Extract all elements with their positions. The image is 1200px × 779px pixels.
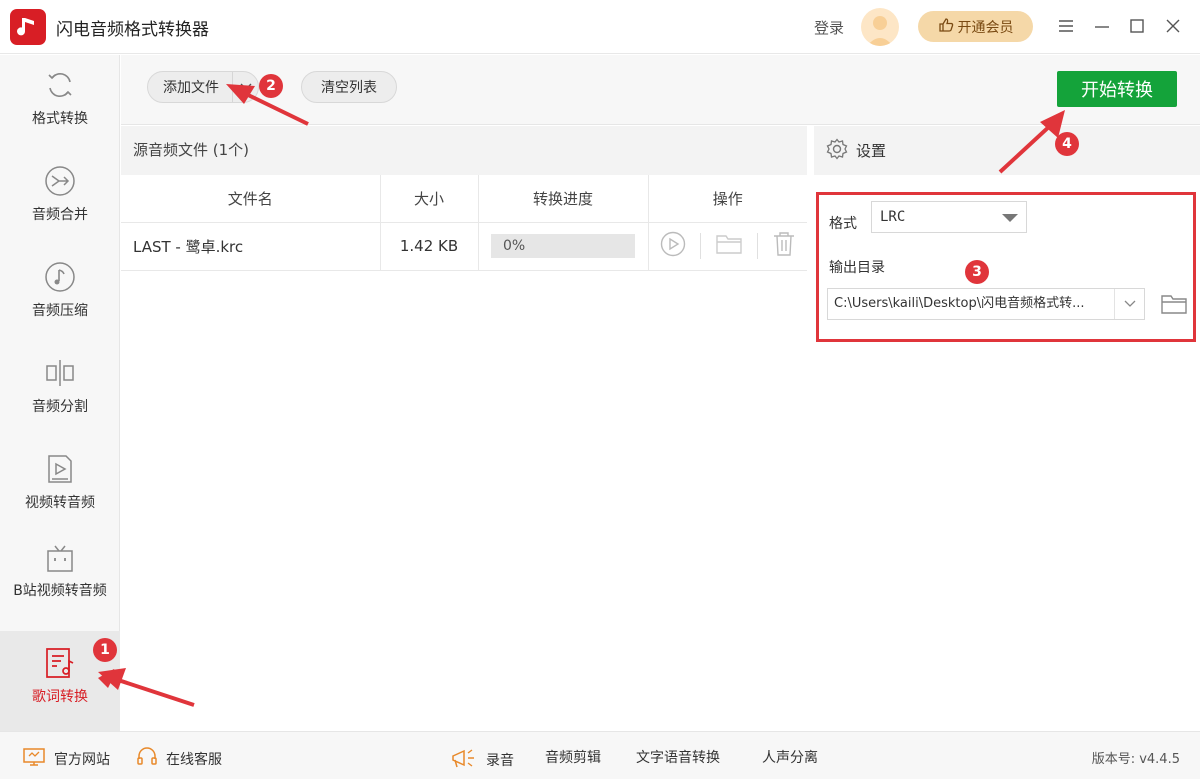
column-header: 操作 bbox=[648, 175, 807, 223]
play-icon[interactable] bbox=[660, 231, 686, 261]
sidebar-item-label: 视频转音频 bbox=[25, 495, 95, 511]
sidebar-item-format-convert[interactable]: 格式转换 bbox=[0, 55, 120, 151]
vocal-separation-link[interactable]: 人声分离 bbox=[762, 747, 818, 767]
column-header: 文件名 bbox=[121, 175, 381, 223]
settings-highlight-box: 格式 LRC 输出目录 C:\Users\kaili\Desktop\闪电音频格… bbox=[816, 192, 1196, 342]
file-size: 1.42 KB bbox=[380, 222, 479, 271]
tts-link[interactable]: 文字语音转换 bbox=[636, 747, 720, 767]
title-bar: 闪电音频格式转换器 登录 开通会员 bbox=[0, 0, 1200, 54]
folder-icon[interactable] bbox=[715, 232, 743, 260]
file-name: LAST - 鹭卓.krc bbox=[121, 222, 381, 271]
sidebar-item-bilibili-to-audio[interactable]: B站视频转音频 bbox=[0, 535, 120, 631]
vocal-separation-label: 人声分离 bbox=[762, 750, 818, 766]
table-header-row: 文件名 大小 转换进度 操作 bbox=[121, 175, 807, 223]
refresh-icon bbox=[42, 67, 78, 103]
support-label: 在线客服 bbox=[166, 752, 222, 768]
split-icon bbox=[42, 355, 78, 391]
megaphone-icon bbox=[450, 747, 478, 773]
output-dir-label: 输出目录 bbox=[829, 260, 885, 276]
record-link[interactable]: 录音 bbox=[450, 747, 514, 773]
sidebar-item-label: 音频压缩 bbox=[32, 303, 88, 319]
sidebar-item-label: 歌词转换 bbox=[32, 689, 88, 705]
login-link[interactable]: 登录 bbox=[814, 17, 844, 38]
toolbar: 添加文件 清空列表 开始转换 bbox=[121, 55, 1200, 125]
column-header: 转换进度 bbox=[478, 175, 649, 223]
settings-panel: 设置 格式 LRC 输出目录 C:\Users\kaili\Desktop\闪电… bbox=[814, 126, 1200, 731]
support-link[interactable]: 在线客服 bbox=[136, 747, 222, 771]
sidebar: 格式转换 音频合并 音频压缩 音频分割 视频转音频 B站视频转音频 歌词转换 bbox=[0, 55, 120, 731]
settings-header: 设置 bbox=[814, 126, 1200, 175]
format-value: LRC bbox=[880, 209, 906, 225]
table-row[interactable]: LAST - 鹭卓.krc 1.42 KB 0% bbox=[121, 222, 807, 271]
add-file-label: 添加文件 bbox=[163, 80, 219, 96]
version-text: 版本号: v4.4.5 bbox=[1091, 752, 1180, 767]
app-logo-icon bbox=[10, 9, 46, 45]
sidebar-item-label: 音频合并 bbox=[32, 207, 88, 223]
chevron-down-icon[interactable] bbox=[1114, 289, 1144, 319]
sidebar-item-audio-split[interactable]: 音频分割 bbox=[0, 343, 120, 439]
sidebar-item-video-to-audio[interactable]: 视频转音频 bbox=[0, 439, 120, 535]
progress-cell: 0% bbox=[478, 222, 649, 271]
step-badge-1: 1 bbox=[93, 638, 117, 662]
sidebar-item-audio-merge[interactable]: 音频合并 bbox=[0, 151, 120, 247]
monitor-icon bbox=[22, 747, 46, 771]
format-label: 格式 bbox=[829, 216, 857, 232]
browse-folder-icon[interactable] bbox=[1159, 290, 1189, 318]
step-badge-2: 2 bbox=[259, 74, 283, 98]
file-list-header: 源音频文件 (1个) bbox=[121, 126, 807, 175]
trash-icon[interactable] bbox=[772, 231, 796, 261]
clear-list-button[interactable]: 清空列表 bbox=[301, 71, 397, 103]
audio-edit-label: 音频剪辑 bbox=[545, 750, 601, 766]
progress-bar: 0% bbox=[491, 234, 635, 258]
column-header: 大小 bbox=[380, 175, 479, 223]
divider bbox=[699, 233, 701, 259]
step-badge-3: 3 bbox=[965, 260, 989, 284]
gear-icon bbox=[826, 137, 848, 164]
sidebar-item-label: 格式转换 bbox=[32, 111, 88, 127]
tts-label: 文字语音转换 bbox=[636, 750, 720, 766]
footer: 官方网站 在线客服 录音 音频剪辑 文字语音转换 人声分离 版本号: v4.4.… bbox=[0, 731, 1200, 779]
close-icon[interactable] bbox=[1161, 14, 1185, 38]
bilibili-tv-icon bbox=[42, 541, 78, 577]
output-dir-select[interactable]: C:\Users\kaili\Desktop\闪电音频格式转... bbox=[827, 288, 1145, 320]
dropdown-triangle-icon bbox=[1002, 214, 1018, 222]
minimize-icon[interactable] bbox=[1090, 14, 1114, 38]
chevron-down-icon[interactable] bbox=[232, 72, 258, 102]
add-file-button[interactable]: 添加文件 bbox=[147, 71, 259, 103]
menu-icon[interactable] bbox=[1054, 14, 1078, 38]
merge-icon bbox=[42, 163, 78, 199]
settings-title: 设置 bbox=[856, 142, 887, 160]
file-list-panel: 源音频文件 (1个) 文件名 大小 转换进度 操作 LAST - 鹭卓.krc … bbox=[121, 126, 807, 731]
record-label: 录音 bbox=[486, 753, 514, 769]
maximize-icon[interactable] bbox=[1125, 14, 1149, 38]
sidebar-item-label: 音频分割 bbox=[32, 399, 88, 415]
operations-cell bbox=[648, 222, 807, 271]
audio-edit-link[interactable]: 音频剪辑 bbox=[545, 747, 601, 767]
vip-button[interactable]: 开通会员 bbox=[918, 11, 1033, 42]
sidebar-item-audio-compress[interactable]: 音频压缩 bbox=[0, 247, 120, 343]
lyrics-icon bbox=[42, 645, 78, 681]
music-note-icon bbox=[42, 259, 78, 295]
headset-icon bbox=[136, 747, 158, 771]
website-link[interactable]: 官方网站 bbox=[22, 747, 110, 771]
website-label: 官方网站 bbox=[54, 752, 110, 768]
divider bbox=[756, 233, 758, 259]
sidebar-item-label: B站视频转音频 bbox=[13, 583, 107, 599]
start-convert-button[interactable]: 开始转换 bbox=[1057, 71, 1177, 107]
step-badge-4: 4 bbox=[1055, 132, 1079, 156]
thumbs-up-icon bbox=[938, 17, 954, 37]
app-title: 闪电音频格式转换器 bbox=[56, 20, 209, 40]
format-select[interactable]: LRC bbox=[871, 201, 1027, 233]
vip-label: 开通会员 bbox=[957, 19, 1014, 36]
file-table: 文件名 大小 转换进度 操作 LAST - 鹭卓.krc 1.42 KB 0% bbox=[121, 175, 807, 271]
video-play-icon bbox=[42, 451, 78, 487]
avatar[interactable] bbox=[861, 8, 899, 46]
output-dir-path: C:\Users\kaili\Desktop\闪电音频格式转... bbox=[834, 296, 1085, 311]
